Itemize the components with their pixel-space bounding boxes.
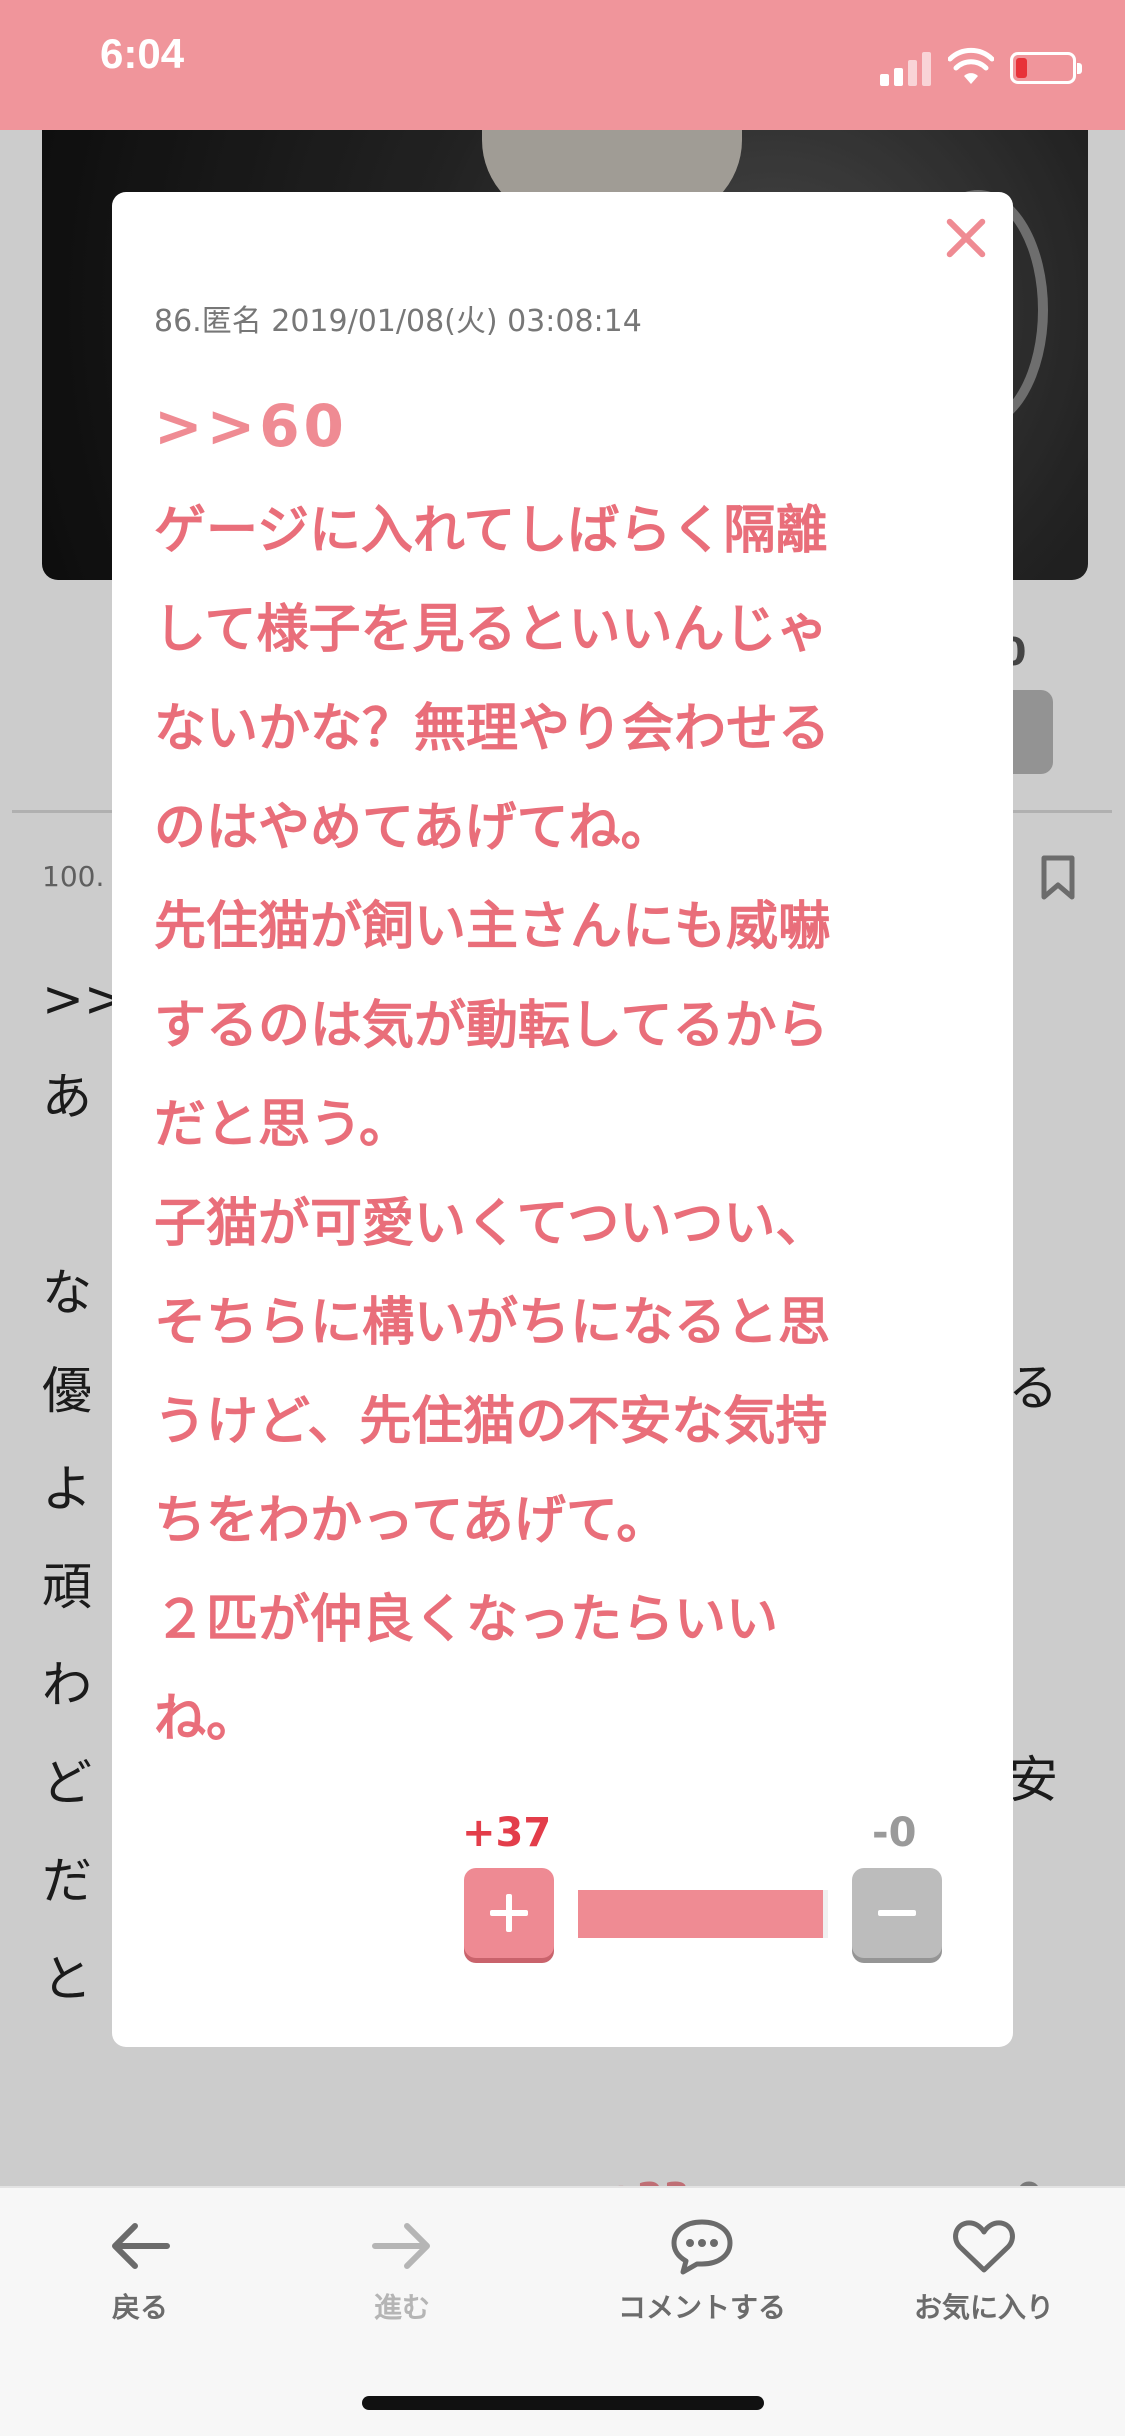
comment-button[interactable]: コメントする [592, 2216, 812, 2326]
arrow-right-icon [372, 2223, 430, 2269]
favorite-label: お気に入り [913, 2291, 1054, 2324]
vote-ratio-bar [578, 1890, 828, 1938]
comment-label: コメントする [617, 2291, 786, 2324]
wifi-icon [948, 47, 994, 84]
reply-anchor-link[interactable]: >>60 [154, 392, 348, 460]
back-button[interactable]: 戻る [30, 2216, 250, 2326]
comment-body: ゲージに入れてしばらく隔離 して様子を見るといいんじゃ ないかな？無理やり会わせ… [154, 501, 831, 1749]
close-icon[interactable] [938, 210, 994, 266]
heart-icon [953, 2220, 1015, 2273]
comment-modal: 86.匿名 2019/01/08(火) 03:08:14 >>60 ゲージに入れ… [112, 192, 1013, 2047]
speech-bubble-icon [671, 2219, 733, 2275]
status-time: 6:04 [100, 30, 185, 77]
back-label: 戻る [111, 2291, 168, 2324]
vote-ratio-fill [578, 1890, 823, 1938]
home-indicator [362, 2396, 764, 2410]
arrow-left-icon [112, 2223, 170, 2269]
forward-label: 進む [373, 2291, 430, 2324]
battery-icon [1010, 52, 1082, 84]
minus-vote-button[interactable] [852, 1868, 942, 1958]
forward-button[interactable]: 進む [292, 2216, 512, 2326]
plus-vote-button[interactable] [464, 1868, 554, 1958]
favorite-button[interactable]: お気に入り [874, 2216, 1094, 2326]
plus-vote-count: +37 [462, 1810, 552, 1856]
minus-vote-count: -0 [872, 1810, 917, 1856]
comment-meta: 86.匿名 2019/01/08(火) 03:08:14 [154, 304, 642, 339]
cellular-signal-icon [880, 52, 932, 86]
status-bar: 6:04 [0, 0, 1125, 130]
